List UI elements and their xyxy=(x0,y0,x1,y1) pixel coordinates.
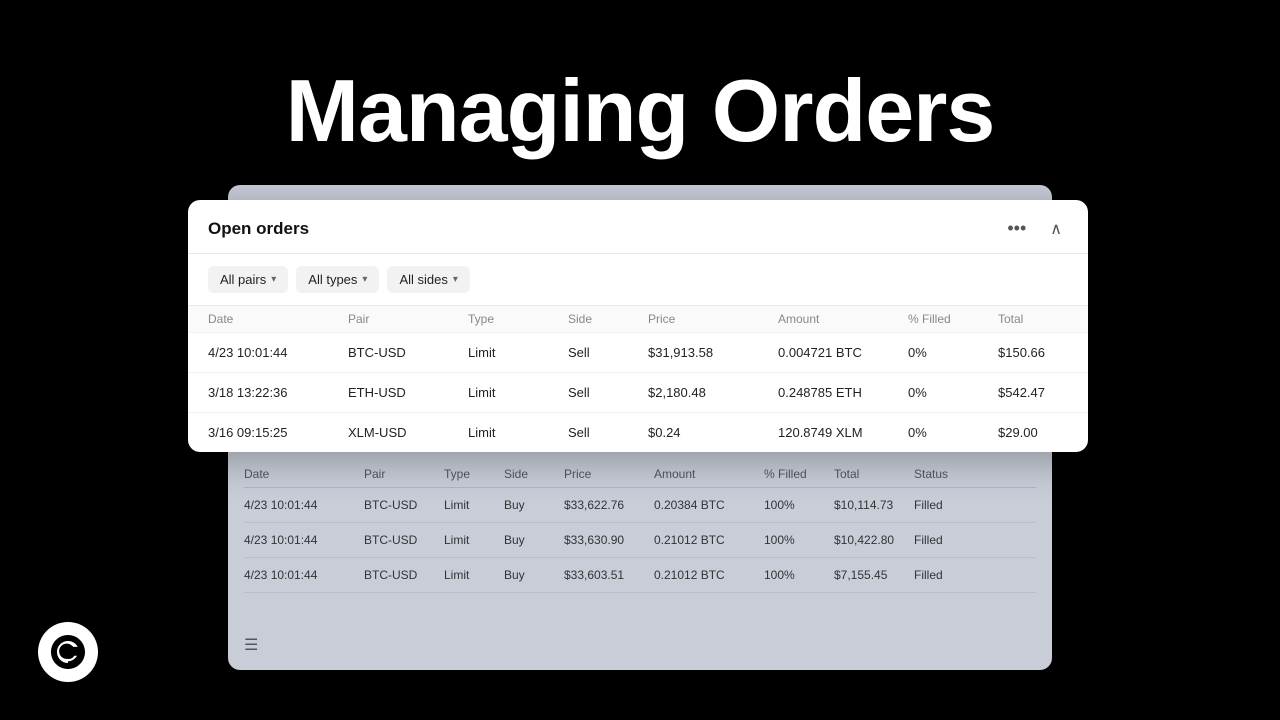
filter-all-sides[interactable]: All sides xyxy=(387,266,469,293)
row-amount: 0.248785 ETH xyxy=(778,385,908,400)
row-pair: XLM-USD xyxy=(348,425,468,440)
row-total: $150.66 xyxy=(998,345,1088,360)
col-header-pair: Pair xyxy=(348,312,468,326)
col-header-price: Price xyxy=(648,312,778,326)
row-type: Limit xyxy=(468,345,568,360)
coinbase-c-icon: C xyxy=(49,633,87,671)
modal-header-actions: ••• ∧ xyxy=(1001,216,1068,241)
bg-col-pct: % Filled xyxy=(764,467,834,481)
row-amount: 0.004721 BTC xyxy=(778,345,908,360)
row-side: Sell xyxy=(568,385,648,400)
modal-filters: All pairs All types All sides xyxy=(188,254,1088,306)
row-price: $2,180.48 xyxy=(648,385,778,400)
modal-title: Open orders xyxy=(208,219,309,239)
row-pct-filled: 0% xyxy=(908,425,998,440)
hamburger-icon: ☰ xyxy=(244,635,258,655)
filter-all-pairs[interactable]: All pairs xyxy=(208,266,288,293)
row-pair: ETH-USD xyxy=(348,385,468,400)
row-total: $542.47 xyxy=(998,385,1088,400)
bg-col-pair: Pair xyxy=(364,467,444,481)
page-title: Managing Orders xyxy=(0,60,1280,162)
bg-col-status: Status xyxy=(914,467,984,481)
bg-table-header: Date Pair Type Side Price Amount % Fille… xyxy=(244,461,1036,488)
row-date: 3/18 13:22:36 xyxy=(208,385,348,400)
table-row: 4/23 10:01:44 BTC-USD Limit Buy $33,630.… xyxy=(244,523,1036,558)
row-pct-filled: 0% xyxy=(908,385,998,400)
col-header-type: Type xyxy=(468,312,568,326)
row-pct-filled: 0% xyxy=(908,345,998,360)
bg-col-side: Side xyxy=(504,467,564,481)
row-side: Sell xyxy=(568,425,648,440)
modal-collapse-button[interactable]: ∧ xyxy=(1044,217,1068,241)
bg-col-price: Price xyxy=(564,467,654,481)
col-header-amount: Amount xyxy=(778,312,908,326)
col-header-date: Date xyxy=(208,312,348,326)
bg-col-total: Total xyxy=(834,467,914,481)
bg-col-amount: Amount xyxy=(654,467,764,481)
modal-header: Open orders ••• ∧ xyxy=(188,200,1088,254)
svg-text:C: C xyxy=(61,642,75,664)
row-date: 4/23 10:01:44 xyxy=(208,345,348,360)
row-side: Sell xyxy=(568,345,648,360)
logo-circle: C xyxy=(38,622,98,682)
table-row: 3/18 13:22:36 ETH-USD Limit Sell $2,180.… xyxy=(188,372,1088,412)
table-row: 4/23 10:01:44 BTC-USD Limit Sell $31,913… xyxy=(188,332,1088,372)
table-header: Date Pair Type Side Price Amount % Fille… xyxy=(188,306,1088,332)
open-orders-modal: Open orders ••• ∧ All pairs All types Al… xyxy=(188,200,1088,452)
row-amount: 120.8749 XLM xyxy=(778,425,908,440)
filter-all-types[interactable]: All types xyxy=(296,266,379,293)
bg-table: Date Pair Type Side Price Amount % Fille… xyxy=(228,461,1052,593)
col-header-pct-filled: % Filled xyxy=(908,312,998,326)
bg-col-date: Date xyxy=(244,467,364,481)
row-type: Limit xyxy=(468,425,568,440)
table-row: 4/23 10:01:44 BTC-USD Limit Buy $33,622.… xyxy=(244,488,1036,523)
table-row: 4/23 10:01:44 BTC-USD Limit Buy $33,603.… xyxy=(244,558,1036,593)
col-header-side: Side xyxy=(568,312,648,326)
col-header-total: Total xyxy=(998,312,1088,326)
modal-more-button[interactable]: ••• xyxy=(1001,216,1032,241)
bg-col-type: Type xyxy=(444,467,504,481)
table-row: 3/16 09:15:25 XLM-USD Limit Sell $0.24 1… xyxy=(188,412,1088,452)
orders-table: Date Pair Type Side Price Amount % Fille… xyxy=(188,306,1088,452)
row-price: $31,913.58 xyxy=(648,345,778,360)
row-date: 3/16 09:15:25 xyxy=(208,425,348,440)
row-total: $29.00 xyxy=(998,425,1088,440)
row-price: $0.24 xyxy=(648,425,778,440)
row-type: Limit xyxy=(468,385,568,400)
row-pair: BTC-USD xyxy=(348,345,468,360)
coinbase-logo: C xyxy=(38,622,98,682)
